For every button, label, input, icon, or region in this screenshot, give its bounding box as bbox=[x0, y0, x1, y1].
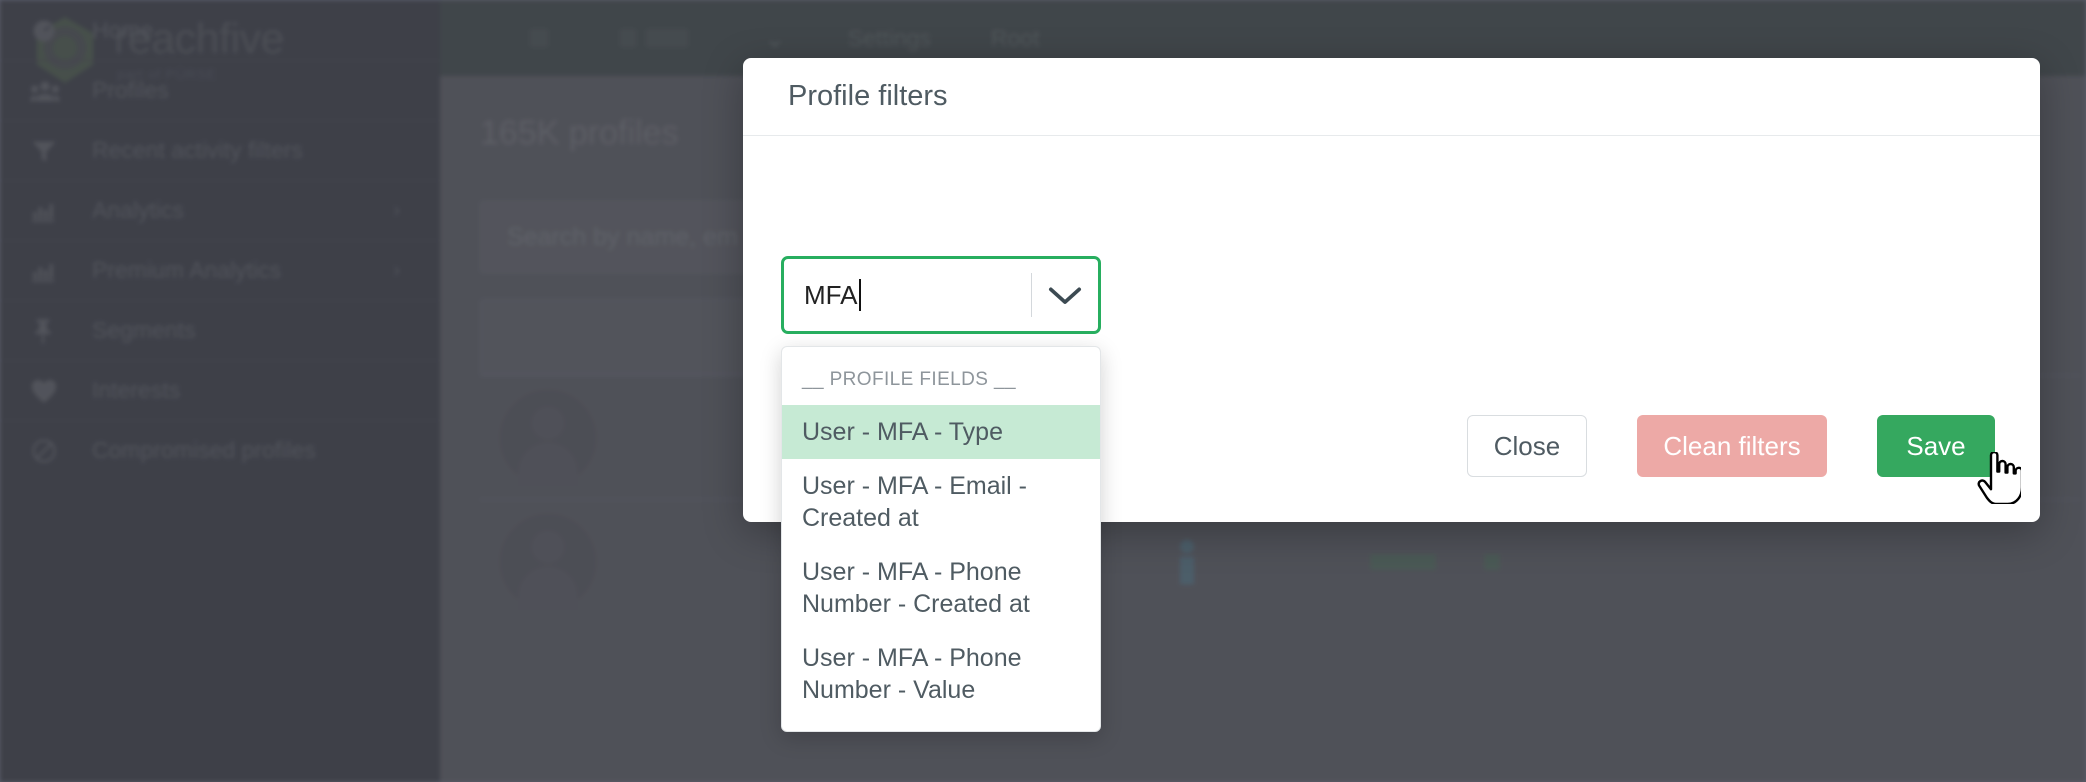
bar-chart-icon bbox=[30, 199, 70, 223]
gender-male-icon bbox=[1180, 539, 1194, 584]
bar-chart-icon bbox=[30, 259, 70, 283]
dropdown-group-label: __ PROFILE FIELDS __ bbox=[802, 369, 1016, 390]
pin-icon bbox=[30, 317, 70, 345]
redacted-block bbox=[1370, 553, 1436, 570]
sidebar-item-interests[interactable]: Interests bbox=[0, 360, 440, 420]
modal-body: MFA __ PROFILE FIELDS __ User - MFA - Ty… bbox=[743, 136, 2040, 732]
sidebar-item-analytics[interactable]: Analytics › bbox=[0, 180, 440, 240]
modal-actions: Close Clean filters Save bbox=[1467, 415, 1995, 477]
save-button[interactable]: Save bbox=[1877, 415, 1995, 477]
topbar-root-link[interactable]: Root bbox=[991, 25, 1040, 52]
filter-field-input-wrapper[interactable]: MFA bbox=[784, 279, 1031, 311]
text-caret bbox=[859, 279, 862, 311]
funnel-icon bbox=[30, 137, 70, 165]
redacted-tag-group bbox=[1370, 553, 1512, 570]
sidebar-item-label: Profiles bbox=[92, 77, 169, 103]
sidebar-item-premium-analytics[interactable]: Premium Analytics › bbox=[0, 240, 440, 300]
topbar-settings-link[interactable]: Settings bbox=[848, 25, 931, 52]
sidebar-item-label: Compromised profiles bbox=[92, 437, 316, 463]
sidebar-item-profiles[interactable]: Profiles bbox=[0, 60, 440, 120]
dropdown-option[interactable]: User - MFA - Phone Number - Value bbox=[782, 631, 1100, 717]
sidebar-item-label: Premium Analytics bbox=[92, 257, 282, 283]
sidebar-item-home[interactable]: Home bbox=[0, 0, 440, 60]
people-icon bbox=[30, 80, 70, 102]
sidebar: reachfive part of PÜRSE Home Profiles Re… bbox=[0, 0, 440, 782]
sidebar-item-compromised-profiles[interactable]: Compromised profiles bbox=[0, 420, 440, 480]
gauge-icon bbox=[30, 17, 70, 45]
chevron-right-icon: › bbox=[393, 199, 400, 221]
chevron-right-icon: › bbox=[393, 259, 400, 281]
sidebar-item-segments[interactable]: Segments bbox=[0, 300, 440, 360]
sidebar-item-label: Home bbox=[92, 17, 154, 43]
redacted-block bbox=[1484, 553, 1500, 570]
filter-field-value: MFA bbox=[804, 279, 858, 310]
chevron-down-icon[interactable] bbox=[1032, 285, 1098, 305]
search-placeholder: Search by name, em bbox=[507, 222, 738, 251]
heart-icon bbox=[30, 378, 70, 404]
dropdown-option[interactable]: User - MFA - Type bbox=[782, 405, 1100, 459]
modal-header: Profile filters bbox=[743, 58, 2040, 136]
modal-title: Profile filters bbox=[788, 80, 948, 112]
sidebar-item-label: Recent activity filters bbox=[92, 137, 303, 163]
dropdown-option[interactable]: User - MFA - Phone Number - Created at bbox=[782, 545, 1100, 631]
redacted-block bbox=[530, 29, 548, 47]
sidebar-item-recent-activity-filters[interactable]: Recent activity filters bbox=[0, 120, 440, 180]
clean-filters-button[interactable]: Clean filters bbox=[1637, 415, 1827, 477]
avatar bbox=[500, 513, 596, 610]
filter-field-select[interactable]: MFA bbox=[781, 256, 1101, 334]
chevron-down-icon[interactable]: ⌄ bbox=[764, 23, 786, 54]
avatar bbox=[500, 389, 596, 486]
sidebar-item-label: Analytics bbox=[92, 197, 185, 223]
dropdown-option[interactable]: User - MFA - Email - Created at bbox=[782, 459, 1100, 545]
redacted-block bbox=[620, 29, 636, 47]
filter-field-dropdown[interactable]: __ PROFILE FIELDS __ User - MFA - Type U… bbox=[781, 346, 1101, 732]
ban-icon bbox=[30, 437, 70, 465]
sidebar-item-label: Segments bbox=[92, 317, 196, 343]
close-button[interactable]: Close bbox=[1467, 415, 1587, 477]
sidebar-item-label: Interests bbox=[92, 377, 181, 403]
profile-filters-modal: Profile filters MFA __ PROFILE FIELDS __… bbox=[743, 58, 2040, 732]
app-root: reachfive part of PÜRSE Home Profiles Re… bbox=[0, 0, 2086, 782]
redacted-block bbox=[646, 29, 688, 47]
